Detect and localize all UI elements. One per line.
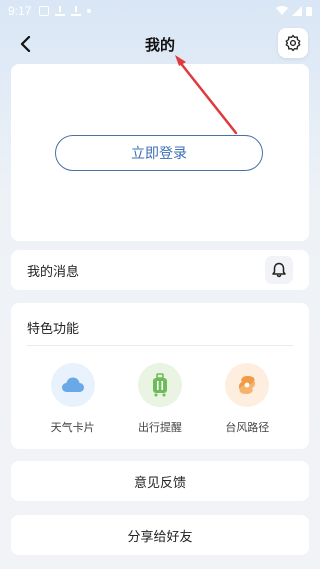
status-bar: 9:17 — [0, 0, 320, 22]
settings-button[interactable] — [278, 28, 308, 58]
status-system-icons — [276, 6, 312, 16]
messages-row[interactable]: 我的消息 — [11, 250, 309, 290]
more-dot-icon — [87, 9, 92, 13]
gear-icon — [285, 34, 301, 52]
features-list: 天气卡片 出行提醒 台风路径 — [11, 363, 309, 435]
share-label: 分享给好友 — [127, 529, 193, 545]
signal-icon — [292, 6, 302, 16]
feature-label: 台风路径 — [225, 421, 270, 434]
bell-icon — [272, 262, 286, 278]
page-title: 我的 — [144, 36, 175, 54]
divider — [27, 345, 293, 346]
luggage-icon — [137, 363, 182, 407]
features-title: 特色功能 — [27, 322, 80, 337]
feature-weather-card[interactable]: 天气卡片 — [38, 363, 108, 435]
status-notification-icons — [39, 6, 92, 16]
share-row[interactable]: 分享给好友 — [11, 515, 309, 555]
messages-label: 我的消息 — [27, 264, 80, 280]
status-time: 9:17 — [8, 4, 32, 18]
header: 我的 — [0, 24, 320, 62]
login-card: 立即登录 — [11, 64, 309, 241]
login-button[interactable]: 立即登录 — [55, 135, 263, 171]
wifi-icon — [276, 6, 288, 15]
battery-icon — [306, 7, 312, 16]
download-icon — [55, 6, 66, 16]
feedback-row[interactable]: 意见反馈 — [11, 461, 309, 501]
typhoon-icon — [225, 363, 270, 407]
feedback-label: 意见反馈 — [133, 475, 186, 491]
feature-label: 天气卡片 — [50, 421, 95, 434]
bell-button[interactable] — [265, 256, 293, 284]
feature-label: 出行提醒 — [137, 421, 182, 434]
download-icon — [71, 6, 82, 16]
feature-travel-reminder[interactable]: 出行提醒 — [125, 363, 195, 435]
features-card: 特色功能 天气卡片 出行提醒 台风路径 — [11, 303, 309, 449]
cloud-icon — [50, 363, 95, 407]
image-notification-icon — [39, 6, 50, 16]
feature-typhoon-path[interactable]: 台风路径 — [212, 363, 282, 435]
